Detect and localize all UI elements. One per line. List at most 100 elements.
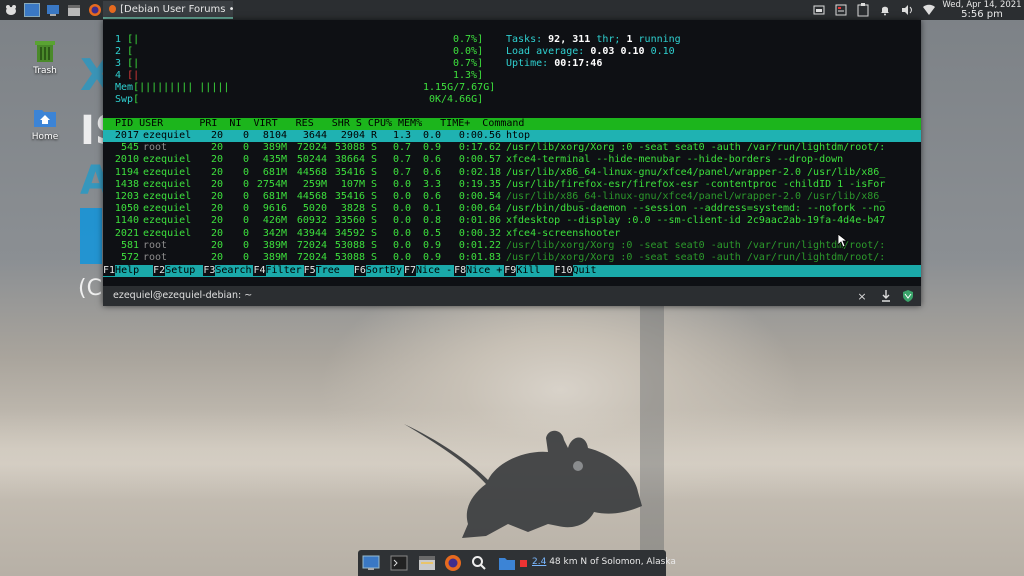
folder-dock-icon[interactable] xyxy=(498,554,516,572)
notification-bell-icon[interactable] xyxy=(877,2,893,18)
firefox-dock-icon[interactable] xyxy=(444,554,462,572)
process-cell-time: 0:00.57 xyxy=(458,154,501,166)
process-cell-shr: 2904 xyxy=(340,130,365,141)
panel-clock[interactable]: Wed, Apr 14, 2021 5:56 pm xyxy=(940,0,1024,20)
process-row[interactable]: 572 root 20 0 389M 72024 53088 S 0.0 0.9 0:01.83/u… xyxy=(103,252,921,264)
process-cell-pri: 20 xyxy=(210,252,223,263)
desktop-icon-label: Home xyxy=(31,132,59,142)
fkey-label: SortBy xyxy=(365,265,402,276)
search-icon[interactable] xyxy=(470,554,488,572)
fkey-f3[interactable]: F3Search xyxy=(203,265,251,277)
process-cell-res: 72024 xyxy=(296,239,327,251)
process-cell-pid: 572 xyxy=(120,252,139,263)
htop-screen[interactable]: 1 [| 0.7%] 2 [ 0.0%] 3 [| 0.7%] 4 [| 1.3… xyxy=(103,20,921,286)
process-row[interactable]: 1438 ezequiel 20 0 2754M 259M 107M S 0.0 3.3 0:19.… xyxy=(103,179,921,191)
process-cell-mem: 0.6 xyxy=(422,154,441,166)
process-cell-shr: 34592 xyxy=(334,227,365,239)
process-cell-s: S xyxy=(371,215,378,227)
process-cell-user: ezequiel xyxy=(143,203,192,215)
process-cell-pri: 20 xyxy=(210,178,223,190)
desktop-icon-trash[interactable]: Trash xyxy=(20,38,70,76)
fkey-label: Nice - xyxy=(416,265,453,276)
fkey-f6[interactable]: F6SortBy xyxy=(353,265,402,277)
process-cell-user: ezequiel xyxy=(143,166,192,178)
fkey-label: Kill xyxy=(516,265,553,276)
whisker-menu-icon[interactable] xyxy=(3,2,19,18)
process-cell-s: S xyxy=(371,191,378,202)
process-cell-res: 44568 xyxy=(296,166,327,178)
process-cell-cmd: /usr/lib/firefox-esr/firefox-esr -conten… xyxy=(506,178,886,190)
file-manager-dock-icon[interactable] xyxy=(418,554,436,572)
weather-icon xyxy=(518,554,528,572)
fkey-key: F4 xyxy=(253,265,266,276)
mem-meter-value: 1.15G/7.67G] xyxy=(423,82,496,93)
fkey-f2[interactable]: F2Setup xyxy=(153,265,201,277)
process-row[interactable]: 545 root 20 0 389M 72024 53088 S 0.7 0.9 0:17.62/u… xyxy=(103,142,921,154)
weather-plugin[interactable]: 2.4 48 km N of Solomon, Alaska xyxy=(532,557,676,567)
fkey-key: F2 xyxy=(153,265,166,276)
dropdown-terminal-window[interactable]: 1 [| 0.7%] 2 [ 0.0%] 3 [| 0.7%] 4 [| 1.3… xyxy=(103,20,921,306)
bottom-dock: 2.4 48 km N of Solomon, Alaska xyxy=(358,550,676,576)
process-cell-user: ezequiel xyxy=(143,178,192,190)
process-cell-time: 0:00.32 xyxy=(458,227,501,239)
process-row[interactable]: 1050 ezequiel 20 0 9616 5020 3828 S 0.0 0.1 0:00.6… xyxy=(103,203,921,215)
cpu-meter-2: 2 [ xyxy=(115,46,134,57)
window-list-icon[interactable] xyxy=(811,2,827,18)
fkey-f5[interactable]: F5Tree xyxy=(303,265,352,277)
process-table-header[interactable]: PID USER PRI NI VIRT RES SHR S CPU% MEM%… xyxy=(103,118,921,130)
process-cell-s: S xyxy=(371,227,378,239)
process-cell-cmd: xfdesktop --display :0.0 --sm-client-id … xyxy=(506,215,886,227)
fkey-label: Nice + xyxy=(466,265,503,276)
process-cell-shr: 33560 xyxy=(334,215,365,227)
fkey-f9[interactable]: F9Kill xyxy=(504,265,552,277)
fkey-label: Tree xyxy=(315,265,352,276)
process-cell-user: root xyxy=(143,252,168,263)
preferences-shield-icon[interactable] xyxy=(901,289,915,303)
terminal-statusbar: ezequiel@ezequiel-debian: ~ × xyxy=(103,286,921,306)
process-cell-virt: 389M xyxy=(262,142,287,154)
process-cell-mem: 0.6 xyxy=(422,166,441,178)
fkey-key: F9 xyxy=(504,265,517,276)
fkey-f8[interactable]: F8Nice + xyxy=(454,265,502,277)
process-row[interactable]: 581 root 20 0 389M 72024 53088 S 0.0 0.9 0:01.22/u… xyxy=(103,240,921,252)
process-cell-res: 60932 xyxy=(296,215,327,227)
pin-window-icon[interactable] xyxy=(879,289,893,303)
process-row[interactable]: 2021 ezequiel 20 0 342M 43944 34592 S 0.0 0.5 0:00… xyxy=(103,228,921,240)
process-row[interactable]: 1203 ezequiel 20 0 681M 44568 35416 S 0.0 0.6 0:00… xyxy=(103,191,921,203)
fkey-f4[interactable]: F4Filter xyxy=(253,265,302,277)
show-desktop-icon[interactable] xyxy=(45,2,61,18)
show-desktop-dock-icon[interactable] xyxy=(362,554,380,572)
process-row[interactable]: 2010 ezequiel 20 0 435M 50244 38664 S 0.7 0.6 0:00… xyxy=(103,154,921,166)
process-row[interactable]: 1194 ezequiel 20 0 681M 44568 35416 S 0.7 0.6 0:02… xyxy=(103,167,921,179)
process-cell-cpu: 0.0 xyxy=(392,191,411,202)
close-tab-icon[interactable]: × xyxy=(855,289,869,303)
workspace-1-icon[interactable] xyxy=(24,2,40,18)
process-cell-ni: 0 xyxy=(242,215,249,227)
fkey-f10[interactable]: F10Quit xyxy=(554,265,608,277)
process-row[interactable]: 2017 ezequiel 20 0 8104 3644 2904 R 1.3 0.0 0:00.5… xyxy=(103,130,921,142)
cpu-meter-3: 3 [| xyxy=(115,58,140,69)
taskbar-window-firefox[interactable]: [Debian User Forums • ... xyxy=(103,1,233,19)
fkey-label: Quit xyxy=(572,265,609,276)
volume-icon[interactable] xyxy=(899,2,915,18)
clipboard-tray-icon[interactable] xyxy=(855,2,871,18)
file-manager-launcher-icon[interactable] xyxy=(66,2,82,18)
process-cell-user: ezequiel xyxy=(143,130,192,141)
terminal-dock-icon[interactable] xyxy=(390,554,408,572)
fkey-label: Setup xyxy=(165,265,202,276)
notes-tray-icon[interactable] xyxy=(833,2,849,18)
firefox-launcher-icon[interactable] xyxy=(87,2,103,18)
fkey-f1[interactable]: F1Help xyxy=(103,265,151,277)
process-cell-ni: 0 xyxy=(242,142,249,154)
network-wifi-icon[interactable] xyxy=(921,2,937,18)
fkey-f7[interactable]: F7Nice - xyxy=(403,265,453,277)
process-row[interactable]: 1140 ezequiel 20 0 426M 60932 33560 S 0.0 0.8 0:01… xyxy=(103,215,921,227)
process-cell-res: 3644 xyxy=(302,130,327,141)
process-cell-virt: 389M xyxy=(262,252,287,263)
process-cell-cpu: 0.0 xyxy=(392,215,411,227)
desktop-icon-home[interactable]: Home xyxy=(20,104,70,142)
process-cell-cmd: /usr/lib/xorg/Xorg :0 -seat seat0 -auth … xyxy=(506,252,886,263)
process-cell-time: 0:19.35 xyxy=(458,178,501,190)
process-cell-ni: 0 xyxy=(242,252,249,263)
process-cell-res: 72024 xyxy=(296,252,327,263)
